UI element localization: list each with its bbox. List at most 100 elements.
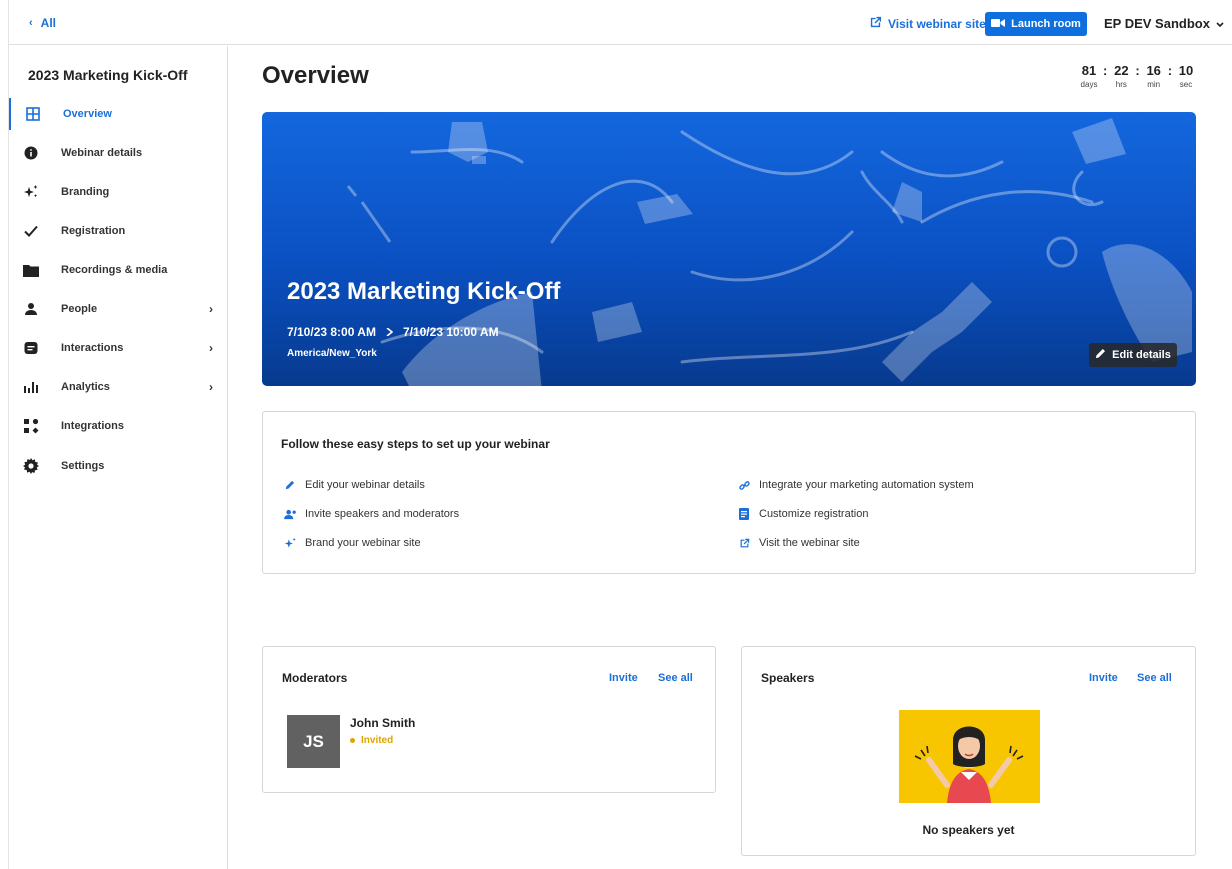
form-icon — [737, 507, 751, 521]
countdown-days-value: 81 — [1081, 63, 1097, 78]
launch-room-button[interactable]: Launch room — [985, 12, 1087, 36]
page-title: Overview — [262, 62, 369, 89]
sidebar-item-label: Registration — [61, 225, 126, 237]
sidebar-item-label: People — [61, 303, 98, 315]
step-customize-registration[interactable]: Customize registration — [737, 507, 868, 521]
countdown-hours-label: hrs — [1115, 80, 1127, 89]
countdown-minutes-label: min — [1147, 80, 1161, 89]
speakers-invite-link[interactable]: Invite — [1089, 672, 1118, 684]
status-dot-icon — [350, 738, 355, 743]
hero-doodle-background — [346, 118, 1192, 386]
bar-chart-icon — [23, 379, 39, 395]
chevron-down-icon — [1216, 16, 1224, 31]
moderators-card: Moderators Invite See all JS John Smith … — [262, 646, 716, 793]
top-bar: ‹ All Visit webinar site Launch room EP … — [9, 0, 1232, 45]
moderators-invite-link[interactable]: Invite — [609, 672, 638, 684]
step-edit-webinar-details[interactable]: Edit your webinar details — [283, 478, 425, 492]
sidebar-item-integrations[interactable]: Integrations — [9, 410, 227, 442]
countdown-separator: : — [1135, 63, 1140, 78]
add-people-icon — [283, 507, 297, 521]
hero-event-title: 2023 Marketing Kick-Off — [287, 278, 561, 305]
sparkle-icon — [23, 184, 39, 200]
workspace-dropdown[interactable]: EP DEV Sandbox — [1104, 16, 1224, 31]
info-icon — [23, 145, 39, 161]
setup-steps-title: Follow these easy steps to set up your w… — [281, 437, 550, 451]
status-badge: Invited — [350, 735, 393, 746]
sidebar-item-settings[interactable]: Settings — [9, 450, 227, 482]
sidebar-item-people[interactable]: People › — [9, 293, 227, 325]
step-visit-webinar-site[interactable]: Visit the webinar site — [737, 536, 860, 550]
folder-icon — [23, 262, 39, 278]
back-all-link[interactable]: ‹ All — [29, 16, 56, 30]
sidebar-item-branding[interactable]: Branding — [9, 176, 227, 208]
chevron-right-icon: › — [209, 380, 213, 394]
sidebar-item-analytics[interactable]: Analytics › — [9, 371, 227, 403]
hero-end-datetime: 7/10/23 10:00 AM — [402, 325, 499, 339]
no-speakers-text: No speakers yet — [922, 823, 1015, 837]
moderators-see-all-link[interactable]: See all — [658, 672, 693, 684]
sidebar-item-label: Integrations — [61, 420, 124, 432]
sidebar-event-title: 2023 Marketing Kick-Off — [28, 67, 188, 83]
arrow-right-icon — [386, 325, 394, 339]
countdown-seconds: 10 sec — [1175, 63, 1197, 89]
speakers-card: Speakers Invite See all No speakers yet — [741, 646, 1196, 856]
hero-timezone: America/New_York — [287, 348, 377, 359]
step-label: Edit your webinar details — [305, 479, 425, 491]
hero-event-dates: 7/10/23 8:00 AM 7/10/23 10:00 AM — [287, 325, 499, 339]
edit-details-button[interactable]: Edit details — [1089, 343, 1177, 367]
pencil-icon — [283, 478, 297, 492]
chevron-right-icon: › — [209, 302, 213, 316]
person-icon — [23, 301, 39, 317]
countdown-minutes: 16 min — [1143, 63, 1165, 89]
check-icon — [23, 223, 39, 239]
step-label: Brand your webinar site — [305, 537, 421, 549]
countdown-seconds-label: sec — [1179, 80, 1193, 89]
countdown-days: 81 days — [1078, 63, 1100, 89]
moderators-title: Moderators — [282, 671, 348, 685]
step-brand-webinar-site[interactable]: Brand your webinar site — [283, 536, 421, 550]
countdown-separator: : — [1103, 63, 1108, 78]
sidebar-item-label: Recordings & media — [61, 264, 168, 276]
step-label: Invite speakers and moderators — [305, 508, 460, 520]
sidebar-item-label: Interactions — [61, 342, 124, 354]
step-label: Customize registration — [759, 508, 869, 520]
sidebar-item-interactions[interactable]: Interactions › — [9, 332, 227, 364]
speakers-title: Speakers — [761, 671, 815, 685]
hero-start-datetime: 7/10/23 8:00 AM — [287, 325, 376, 339]
external-link-icon — [737, 536, 751, 550]
avatar[interactable]: JS — [287, 715, 340, 768]
sparkle-icon — [283, 536, 297, 550]
status-label: Invited — [361, 735, 394, 746]
countdown-minutes-value: 16 — [1146, 63, 1161, 78]
sidebar-item-webinar-details[interactable]: Webinar details — [9, 137, 227, 169]
video-camera-icon — [991, 18, 1006, 31]
step-label: Integrate your marketing automation syst… — [759, 479, 974, 491]
gear-icon — [23, 458, 39, 474]
edit-details-label: Edit details — [1112, 349, 1171, 361]
sidebar-item-overview[interactable]: Overview — [9, 98, 227, 130]
sidebar-item-label: Settings — [61, 460, 105, 472]
speakers-see-all-link[interactable]: See all — [1137, 672, 1172, 684]
back-all-label: All — [40, 16, 57, 30]
moderator-name[interactable]: John Smith — [350, 716, 415, 730]
countdown-timer: 81 days : 22 hrs : 16 min : 10 sec — [1078, 63, 1197, 89]
step-label: Visit the webinar site — [759, 537, 860, 549]
grid-icon — [25, 106, 41, 122]
step-integrate-marketing-automation[interactable]: Integrate your marketing automation syst… — [737, 478, 974, 492]
sidebar-item-registration[interactable]: Registration — [9, 215, 227, 247]
external-link-icon — [869, 16, 882, 32]
countdown-separator: : — [1167, 63, 1173, 78]
sidebar-item-recordings-media[interactable]: Recordings & media — [9, 254, 227, 286]
workspace-label: EP DEV Sandbox — [1104, 16, 1210, 31]
pencil-icon — [1095, 348, 1106, 362]
sidebar-item-label: Branding — [61, 186, 110, 198]
countdown-seconds-value: 10 — [1178, 63, 1194, 78]
chevron-left-icon: ‹ — [29, 17, 33, 29]
countdown-days-label: days — [1080, 80, 1098, 89]
visit-webinar-site-link[interactable]: Visit webinar site — [869, 16, 986, 32]
step-invite-speakers[interactable]: Invite speakers and moderators — [283, 507, 459, 521]
chevron-right-icon: › — [209, 341, 213, 355]
visit-webinar-site-label: Visit webinar site — [888, 17, 986, 31]
integrations-icon — [23, 418, 39, 434]
launch-room-label: Launch room — [1011, 18, 1081, 30]
